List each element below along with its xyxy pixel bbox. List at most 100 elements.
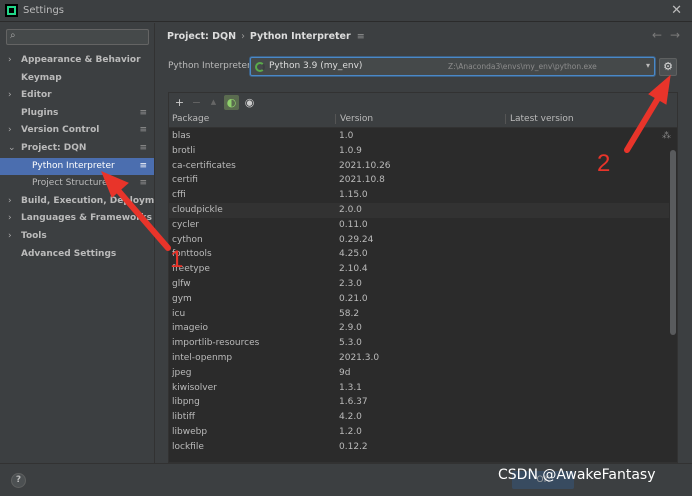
vertical-scrollbar[interactable] <box>670 150 676 335</box>
sidebar-item-label: Editor <box>21 90 52 101</box>
table-row[interactable]: cffi 1.15.0 <box>169 188 669 203</box>
table-row[interactable]: lockfile 0.12.2 <box>169 440 669 455</box>
package-name-cell: brotli <box>172 145 196 156</box>
remove-package-icon[interactable]: − <box>189 95 204 110</box>
package-version-cell: 9d <box>339 367 351 378</box>
package-version-cell: 2.10.4 <box>339 264 368 275</box>
sidebar-item-build-execution-deployment[interactable]: › Build, Execution, Deployment <box>0 193 154 211</box>
chevron-right-icon[interactable]: › <box>8 87 12 105</box>
interpreter-path: Z:\Anaconda3\envs\my_env\python.exe <box>448 62 597 71</box>
main-panel: Project: DQN › Python Interpreter ≡ ← → Pyt… <box>156 23 692 463</box>
sidebar-item-plugins[interactable]: Plugins ≡ <box>0 105 154 123</box>
package-name-cell: ca-certificates <box>172 160 236 171</box>
upgrade-package-icon[interactable]: ▲ <box>206 95 221 110</box>
gear-icon[interactable]: ⚙ <box>659 58 677 76</box>
sidebar-item-editor[interactable]: › Editor <box>0 87 154 105</box>
sidebar-item-advanced-settings[interactable]: Advanced Settings <box>0 246 154 264</box>
sidebar-item-label: Tools <box>21 230 47 241</box>
table-row[interactable]: gym 0.21.0 <box>169 292 669 307</box>
table-row[interactable]: imageio 2.9.0 <box>169 321 669 336</box>
sidebar-item-label: Appearance & Behavior <box>21 55 141 65</box>
package-version-cell: 2.0.0 <box>339 204 362 215</box>
sidebar-item-languages-frameworks[interactable]: › Languages & Frameworks <box>0 210 154 228</box>
package-name-cell: libtiff <box>172 412 195 423</box>
table-row[interactable]: importlib-resources 5.3.0 <box>169 336 669 351</box>
breadcrumb: Project: DQN › Python Interpreter ≡ <box>167 31 365 42</box>
table-row[interactable]: freetype 2.10.4 <box>169 262 669 277</box>
sidebar-item-label: Languages & Frameworks <box>21 213 153 224</box>
table-row[interactable]: libtiff 4.2.0 <box>169 410 669 425</box>
sidebar-item-label: Build, Execution, Deployment <box>21 195 154 206</box>
table-row[interactable]: glfw 2.3.0 <box>169 277 669 292</box>
table-row[interactable]: icu 58.2 <box>169 307 669 322</box>
table-row[interactable]: brotli 1.0.9 <box>169 144 669 159</box>
search-icon: ⌕ <box>10 30 16 41</box>
conda-toggle-icon[interactable]: ◐ <box>224 95 239 110</box>
package-version-cell: 4.25.0 <box>339 249 368 260</box>
table-row[interactable]: libpng 1.6.37 <box>169 395 669 410</box>
project-level-icon: ≡ <box>139 142 147 153</box>
sidebar-item-python-interpreter[interactable]: Python Interpreter ≡ <box>0 157 154 176</box>
breadcrumb-project[interactable]: Project: DQN <box>167 31 236 42</box>
table-row[interactable]: jpeg 9d <box>169 366 669 381</box>
sidebar-item-tools[interactable]: › Tools <box>0 228 154 246</box>
package-name-cell: certifi <box>172 175 198 186</box>
package-version-cell: 1.6.37 <box>339 397 368 408</box>
package-version-cell: 5.3.0 <box>339 338 362 349</box>
forward-arrow-icon[interactable]: → <box>670 28 680 42</box>
column-header-version[interactable]: Version <box>335 114 373 124</box>
table-row[interactable]: fonttools 4.25.0 <box>169 247 669 262</box>
sidebar-item-appearance-behavior[interactable]: › Appearance & Behavior <box>0 52 154 70</box>
package-name-cell: lockfile <box>172 441 204 452</box>
package-version-cell: 0.21.0 <box>339 293 368 304</box>
table-row[interactable]: blas 1.0 <box>169 129 669 144</box>
interpreter-label: Python Interpreter: <box>168 61 254 71</box>
chevron-right-icon[interactable]: › <box>8 228 12 246</box>
table-row[interactable]: ca-certificates 2021.10.26 <box>169 159 669 174</box>
package-name-cell: importlib-resources <box>172 338 260 349</box>
close-icon[interactable]: ✕ <box>671 3 682 18</box>
table-row[interactable]: certifi 2021.10.8 <box>169 173 669 188</box>
title-bar: Settings ✕ <box>0 0 692 22</box>
chevron-right-icon[interactable]: › <box>8 193 12 211</box>
table-row[interactable]: kiwisolver 1.3.1 <box>169 381 669 396</box>
table-row[interactable]: libwebp 1.2.0 <box>169 425 669 440</box>
package-name-cell: libwebp <box>172 426 208 437</box>
table-row[interactable]: cloudpickle 2.0.0 <box>169 202 669 218</box>
sidebar-item-label: Version Control <box>21 125 100 136</box>
project-level-icon: ≡ <box>139 125 147 136</box>
sidebar-item-version-control[interactable]: › Version Control ≡ <box>0 122 154 140</box>
sidebar-item-keymap[interactable]: Keymap <box>0 70 154 88</box>
settings-search-input[interactable]: ⌕ <box>6 29 149 45</box>
add-package-icon[interactable]: + <box>172 95 187 110</box>
back-arrow-icon[interactable]: ← <box>652 28 662 42</box>
package-name-cell: cycler <box>172 219 199 230</box>
sidebar-item-label: Python Interpreter <box>32 160 115 171</box>
chevron-down-icon[interactable]: ⌄ <box>8 140 16 158</box>
package-version-cell: 1.3.1 <box>339 382 362 393</box>
chevron-right-icon[interactable]: › <box>8 122 12 140</box>
sidebar-item-project-dqn[interactable]: ⌄ Project: DQN ≡ <box>0 140 154 158</box>
package-name-cell: imageio <box>172 323 209 334</box>
page-icon: ≡ <box>356 31 365 42</box>
package-version-cell: 1.0.9 <box>339 145 362 156</box>
package-name-cell: cffi <box>172 190 186 201</box>
chevron-right-icon[interactable]: › <box>8 210 12 228</box>
interpreter-name: Python 3.9 (my_env) <box>269 61 363 71</box>
sidebar-item-project-structure[interactable]: Project Structure ≡ <box>0 175 154 193</box>
settings-sidebar: ⌕ › Appearance & Behavior Keymap › Editor Plu… <box>0 23 155 463</box>
column-header-package[interactable]: Package <box>172 114 209 124</box>
table-row[interactable]: cycler 0.11.0 <box>169 218 669 233</box>
column-header-latest-version[interactable]: Latest version <box>505 114 574 124</box>
package-name-cell: cloudpickle <box>172 204 223 215</box>
package-version-cell: 0.29.24 <box>339 234 374 245</box>
show-early-releases-icon[interactable]: ◉ <box>242 95 257 110</box>
breadcrumb-separator: › <box>241 31 245 42</box>
interpreter-dropdown[interactable]: Python 3.9 (my_env) Z:\Anaconda3\envs\my… <box>250 57 655 76</box>
package-name-cell: jpeg <box>172 367 192 378</box>
package-version-cell: 1.2.0 <box>339 426 362 437</box>
help-button[interactable]: ? <box>11 473 26 488</box>
table-row[interactable]: intel-openmp 2021.3.0 <box>169 351 669 366</box>
table-row[interactable]: cython 0.29.24 <box>169 233 669 248</box>
chevron-right-icon[interactable]: › <box>8 52 12 70</box>
